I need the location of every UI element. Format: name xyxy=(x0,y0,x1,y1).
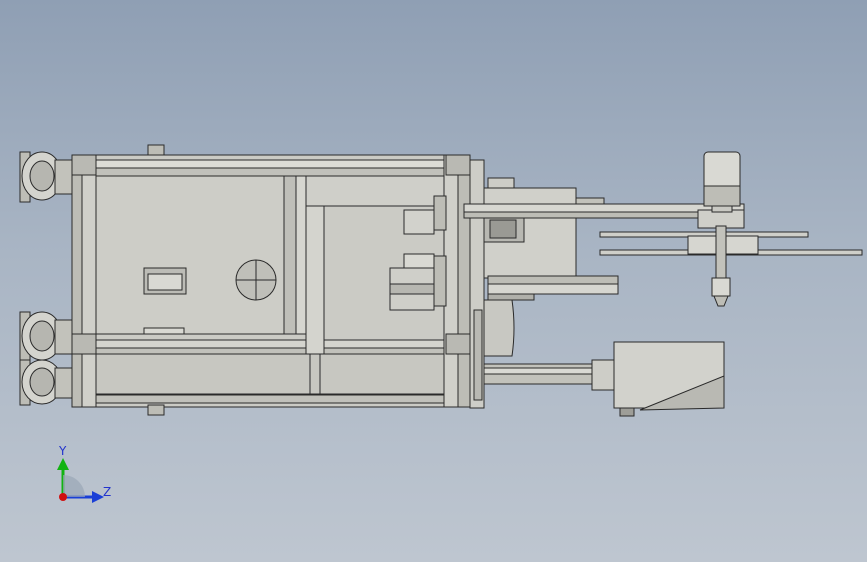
cad-viewport[interactable]: Y Z xyxy=(0,0,867,562)
caster-bottom xyxy=(19,359,76,406)
x-axis-dot-icon xyxy=(59,493,67,501)
inner-panel xyxy=(95,175,285,335)
y-axis-label: Y xyxy=(58,444,67,458)
machine-assembly xyxy=(19,144,863,417)
z-axis-label: Z xyxy=(103,485,111,499)
coordinate-triad: Y Z xyxy=(57,444,111,503)
y-axis-arrow-icon xyxy=(57,458,69,470)
triad-quadrant xyxy=(63,475,85,497)
caster-middle xyxy=(19,311,76,363)
caster-top xyxy=(19,151,76,203)
motor xyxy=(703,151,741,191)
